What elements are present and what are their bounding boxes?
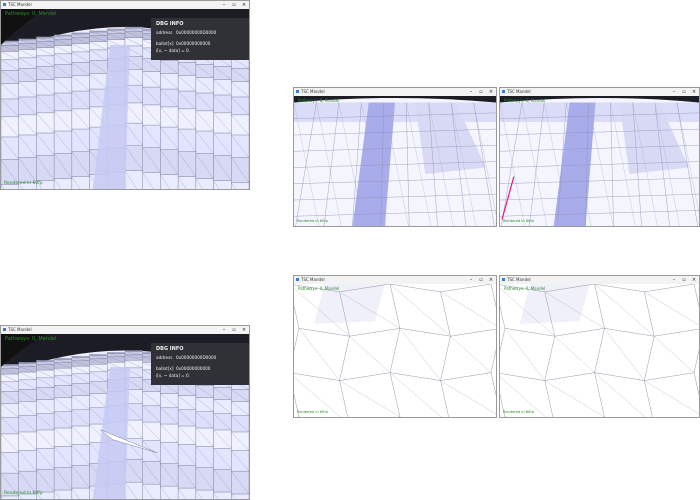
- address-value: 0x00000000D0000: [176, 355, 217, 360]
- address-value: 0x00000000D0000: [176, 30, 217, 35]
- maximize-button[interactable]: ▫: [476, 276, 486, 284]
- maximize-button[interactable]: ▫: [679, 88, 689, 96]
- mesh-cell: [213, 491, 232, 499]
- minimize-button[interactable]: –: [466, 88, 476, 96]
- mesh-cell: [231, 493, 249, 499]
- render-window-3: TSC Mandel – ▫ × Pathways: 0, Mandel Ren…: [293, 87, 497, 227]
- minimize-button[interactable]: –: [466, 276, 476, 284]
- mesh-scene: [500, 96, 699, 226]
- address-label: address: [156, 30, 173, 35]
- close-button[interactable]: ×: [239, 326, 249, 334]
- window-title: TSC Mandel: [8, 327, 32, 332]
- minimize-button[interactable]: –: [219, 1, 229, 9]
- render-window-6: TSC Mandel – ▫ × Pathways: 0, Mandel Ren…: [499, 275, 700, 418]
- render-viewport[interactable]: Pathways: 0, Mandel Rendered in 60fp DBG…: [1, 334, 249, 499]
- render-window-4: TSC Mandel – ▫ × Pathways: 0, Mandel Ren…: [499, 87, 700, 227]
- address-label: address: [156, 355, 173, 360]
- close-button[interactable]: ×: [689, 276, 699, 284]
- hud-status: Pathways: 0, Mandel: [298, 98, 340, 103]
- app-icon: [3, 3, 6, 6]
- render-viewport[interactable]: Pathways: 0, Mandel Rendered in 60fp: [500, 284, 699, 417]
- hud-status: Pathways: 0, Mandel: [298, 286, 340, 291]
- app-icon: [3, 328, 6, 331]
- mesh-cell: [53, 178, 73, 189]
- render-viewport[interactable]: Pathways: 0, Mandel Rendered in 60fp: [294, 96, 496, 226]
- index-label: i[x, ~ data] =: [156, 48, 185, 53]
- fps-counter: Rendered in 60fp: [503, 219, 534, 223]
- render-viewport[interactable]: Pathways: 0, Mandel Rendered in 60fp DBG…: [1, 9, 249, 189]
- hud-status: Pathways: 0, Mandel: [5, 11, 57, 17]
- mesh-cell: [1, 495, 19, 499]
- mesh-cell: [160, 174, 179, 189]
- mesh-cell: [160, 485, 179, 499]
- close-button[interactable]: ×: [239, 1, 249, 9]
- close-button[interactable]: ×: [486, 88, 496, 96]
- overlay-title: DBG INFO: [156, 21, 184, 27]
- mesh-cell: [53, 489, 73, 499]
- mesh-cell: [177, 176, 197, 189]
- ballot-value: 0x00000000000: [176, 366, 211, 371]
- mesh-cell: [195, 489, 214, 499]
- mesh-scene: [500, 284, 699, 417]
- top-shade: [294, 102, 496, 122]
- maximize-button[interactable]: ▫: [229, 326, 239, 334]
- fps-counter: Rendered in 60fp: [297, 219, 328, 223]
- app-icon: [502, 90, 505, 93]
- fps-counter: Rendered in 60fp: [4, 491, 43, 496]
- maximize-button[interactable]: ▫: [679, 276, 689, 284]
- window-title: TSC Mandel: [507, 89, 531, 94]
- ballot-value: 0x00000000000: [176, 41, 211, 46]
- hud-status: Pathways: 0, Mandel: [504, 98, 546, 103]
- fps-counter: Rendered in 60fp: [4, 181, 43, 186]
- overlay-title: DBG INFO: [156, 346, 184, 352]
- app-icon: [296, 278, 299, 281]
- minimize-button[interactable]: –: [669, 276, 679, 284]
- hud-status: Pathways: 0, Mandel: [504, 286, 546, 291]
- minimize-button[interactable]: –: [219, 326, 229, 334]
- hud-status: Pathways: 0, Mandel: [5, 336, 57, 342]
- maximize-button[interactable]: ▫: [229, 1, 239, 9]
- index-label: i[x, ~ data] =: [156, 373, 185, 378]
- index-value: 0.: [186, 48, 191, 53]
- mesh-cell: [177, 487, 197, 499]
- fps-counter: Rendered in 60fp: [297, 410, 328, 414]
- render-viewport[interactable]: Pathways: 0, Mandel Rendered in 60fp: [500, 96, 699, 226]
- mesh-cell: [71, 487, 90, 499]
- window-title: TSC Mandel: [301, 89, 325, 94]
- window-title: TSC Mandel: [8, 2, 32, 7]
- ballot-label: ballot[x]: [156, 366, 174, 371]
- window-title: TSC Mandel: [507, 277, 531, 282]
- mesh-scene: [294, 284, 496, 417]
- debug-overlay: DBG INFO address 0x00000000D0000 ballot[x…: [151, 343, 249, 385]
- mesh-cell: [71, 176, 90, 189]
- mesh-cell: [124, 170, 143, 189]
- fps-counter: Rendered in 60fp: [503, 410, 534, 414]
- render-window-2: TSC Mandel – ▫ × Pathways: 0, Mandel Ren…: [0, 325, 250, 500]
- render-window-5: TSC Mandel – ▫ × Pathways: 0, Mandel Ren…: [293, 275, 497, 418]
- index-value: 0.: [186, 373, 191, 378]
- mesh-cell: [231, 182, 249, 189]
- close-button[interactable]: ×: [486, 276, 496, 284]
- mesh-cell: [124, 482, 143, 499]
- ballot-label: ballot[x]: [156, 41, 174, 46]
- mesh-cell: [195, 178, 214, 189]
- app-icon: [502, 278, 505, 281]
- window-title: TSC Mandel: [301, 277, 325, 282]
- app-icon: [296, 90, 299, 93]
- minimize-button[interactable]: –: [669, 88, 679, 96]
- render-viewport[interactable]: Pathways: 0, Mandel Rendered in 60fp: [294, 284, 496, 417]
- maximize-button[interactable]: ▫: [476, 88, 486, 96]
- top-shade: [500, 102, 699, 122]
- close-button[interactable]: ×: [689, 88, 699, 96]
- debug-overlay: DBG INFO address 0x00000000D0000 ballot[x…: [151, 18, 249, 60]
- render-window-1: TSC Mandel – ▫ × Pathways: 0, Mandel Ren…: [0, 0, 250, 190]
- mesh-scene: [294, 96, 496, 226]
